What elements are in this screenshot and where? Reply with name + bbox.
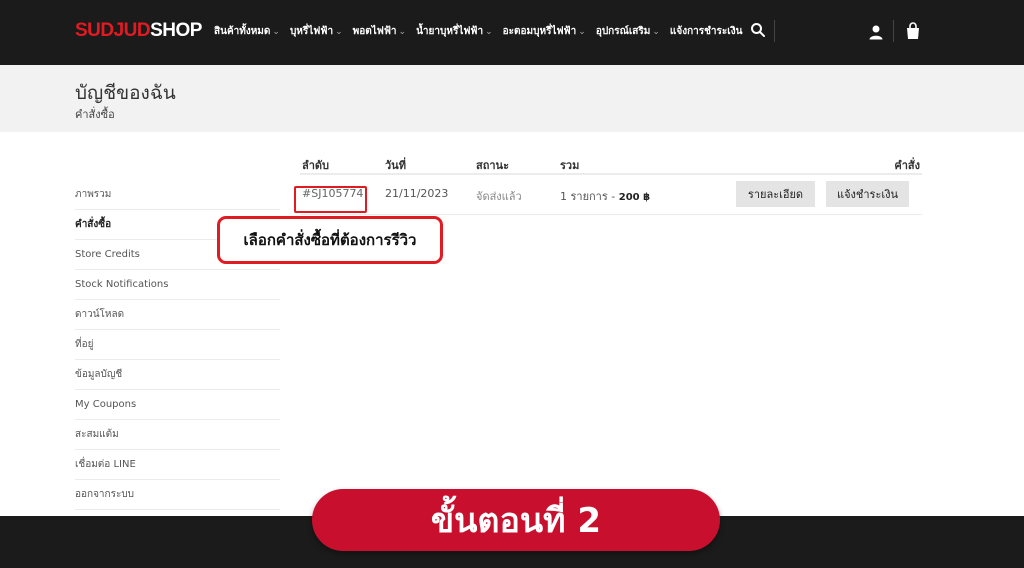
order-price: 200 ฿ [618,192,651,203]
instruction-callout: เลือกคำสั่งซื้อที่ต้องการรีวิว [217,216,443,264]
order-total: 1 รายการ - 200 ฿ [560,187,650,205]
site-logo[interactable]: SUDJUDSHOP [75,20,202,42]
chevron-down-icon: ⌄ [272,26,280,37]
nav-label: แจ้งการชำระเงิน [669,26,743,37]
payment-notify-button[interactable]: แจ้งชำระเงิน [826,181,909,207]
sidebar-item-my-coupons[interactable]: My Coupons [75,390,280,420]
column-header-date: วันที่ [385,159,406,172]
sidebar-item-stock-notifications[interactable]: Stock Notifications [75,270,280,300]
nav-item-payment-notify[interactable]: แจ้งการชำระเงิน [670,24,743,39]
column-header-status: สถานะ [476,159,509,172]
step-label: ขั้นตอนที่ 2 [430,501,602,541]
order-status: จัดส่งแล้ว [476,190,522,203]
nav-label: พอตไฟฟ้า [352,26,397,37]
sidebar-item-addresses[interactable]: ที่อยู่ [75,330,280,360]
column-header-actions: คำสั่ง [894,159,920,172]
nav-label: บุหรี่ไฟฟ้า [289,26,334,37]
sidebar-item-downloads[interactable]: ดาวน์โหลด [75,300,280,330]
chevron-down-icon: ⌄ [398,26,407,37]
nav-label: น้ำยาบุหรี่ไฟฟ้า [416,26,484,37]
orders-table: ลำดับ วันที่ สถานะ รวม คำสั่ง #SJ105774 … [300,150,922,215]
nav-label: อุปกรณ์เสริม [595,26,651,37]
nav-item-accessories[interactable]: อุปกรณ์เสริม ⌄ [596,24,660,39]
page-title: บัญชีของฉัน [75,82,176,104]
nav-label: สินค้าทั้งหมด [214,26,271,37]
order-number-highlight [294,186,367,213]
step-banner: ขั้นตอนที่ 2 [312,489,720,551]
sidebar-item-overview[interactable]: ภาพรวม [75,180,280,210]
column-header-total: รวม [560,159,580,172]
sidebar-item-logout[interactable]: ออกจากระบบ [75,480,280,510]
site-header: SUDJUDSHOP สินค้าทั้งหมด ⌄ บุหรี่ไฟฟ้า ⌄ พ… [0,0,1024,65]
chevron-down-icon: ⌄ [335,26,343,37]
nav-item-e-cigarettes[interactable]: บุหรี่ไฟฟ้า ⌄ [290,24,343,39]
nav-item-all-products[interactable]: สินค้าทั้งหมด ⌄ [214,24,280,39]
logo-part-shop: SHOP [150,20,202,41]
order-date: 21/11/2023 [385,187,449,200]
orders-table-header: ลำดับ วันที่ สถานะ รวม คำสั่ง [300,150,922,175]
nav-item-atomizer[interactable]: อะตอมบุหรี่ไฟฟ้า ⌄ [503,24,586,39]
chevron-down-icon: ⌄ [485,26,493,37]
chevron-down-icon: ⌄ [652,26,660,37]
nav-item-e-liquid[interactable]: น้ำยาบุหรี่ไฟฟ้า ⌄ [416,24,493,39]
order-item-count: 1 รายการ - [560,190,616,203]
main-nav: สินค้าทั้งหมด ⌄ บุหรี่ไฟฟ้า ⌄ พอตไฟฟ้า ⌄ น้… [214,24,742,39]
table-row: #SJ105774 21/11/2023 จัดส่งแล้ว 1 รายการ… [300,175,922,215]
nav-item-pod[interactable]: พอตไฟฟ้า ⌄ [353,24,406,39]
nav-divider [774,20,775,42]
column-header-number: ลำดับ [302,159,330,172]
sidebar-item-points[interactable]: สะสมแต้ม [75,420,280,450]
header-divider [893,20,894,42]
logo-part-sudjud: SUDJUD [75,20,151,41]
cart-icon[interactable] [905,22,921,40]
sidebar-item-line-connect[interactable]: เชื่อมต่อ LINE [75,450,280,480]
sidebar-item-account-details[interactable]: ข้อมูลบัญชี [75,360,280,390]
nav-label: อะตอมบุหรี่ไฟฟ้า [502,26,577,37]
breadcrumb: คำสั่งซื้อ [75,108,115,121]
instruction-callout-text: เลือกคำสั่งซื้อที่ต้องการรีวิว [243,231,417,249]
search-icon[interactable] [750,22,766,38]
page-title-band: บัญชีของฉัน คำสั่งซื้อ [0,65,1024,132]
user-icon[interactable] [868,24,884,40]
chevron-down-icon: ⌄ [578,26,586,37]
view-order-button[interactable]: รายละเอียด [736,181,815,207]
